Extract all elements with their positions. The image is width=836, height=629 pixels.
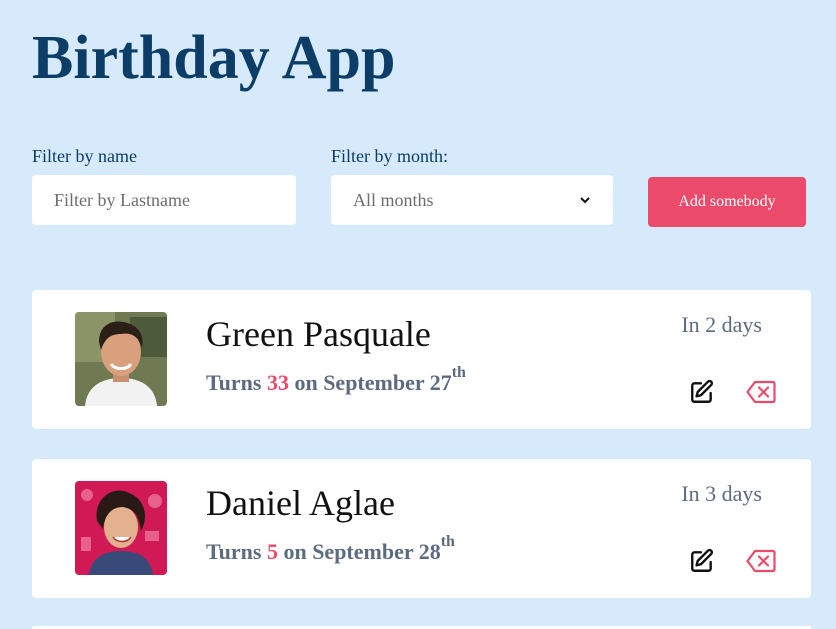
filter-month-label: Filter by month: (331, 146, 448, 166)
person-card: Daniel Aglae Turns 5 on September 28th I… (32, 459, 811, 598)
edit-button[interactable] (686, 376, 718, 408)
filter-month-value: All months (353, 189, 434, 210)
age-value: 5 (266, 539, 278, 564)
backspace-delete-icon (746, 380, 776, 404)
countdown: In 2 days (681, 312, 762, 337)
delete-button[interactable] (740, 376, 782, 408)
filter-name-label: Filter by name (32, 146, 137, 166)
birthday-date: on September 27 (294, 370, 452, 395)
edit-icon (691, 379, 713, 403)
backspace-delete-icon (746, 549, 776, 573)
birthday-info: Turns 33 on September 27th (206, 364, 466, 396)
birthday-info: Turns 5 on September 28th (206, 533, 455, 565)
countdown: In 3 days (681, 481, 762, 506)
avatar (75, 481, 167, 575)
person-name: Daniel Aglae (206, 483, 395, 523)
avatar (75, 312, 167, 406)
birthday-date: on September 28 (283, 539, 441, 564)
edit-icon (691, 548, 713, 572)
date-suffix: th (440, 533, 455, 550)
filter-name-field (32, 175, 296, 225)
age-value: 33 (266, 370, 289, 395)
delete-button[interactable] (740, 545, 782, 577)
edit-button[interactable] (686, 545, 718, 577)
page-title: Birthday App (32, 24, 396, 92)
person-card: Green Pasquale Turns 33 on September 27t… (32, 290, 811, 429)
add-somebody-button[interactable]: Add somebody (648, 177, 806, 227)
turns-prefix: Turns (206, 539, 262, 564)
filter-month-select[interactable]: All months (331, 175, 613, 225)
date-suffix: th (451, 364, 466, 381)
chevron-down-icon (579, 191, 591, 209)
person-name: Green Pasquale (206, 314, 431, 354)
turns-prefix: Turns (206, 370, 262, 395)
filter-name-input[interactable] (32, 175, 296, 225)
